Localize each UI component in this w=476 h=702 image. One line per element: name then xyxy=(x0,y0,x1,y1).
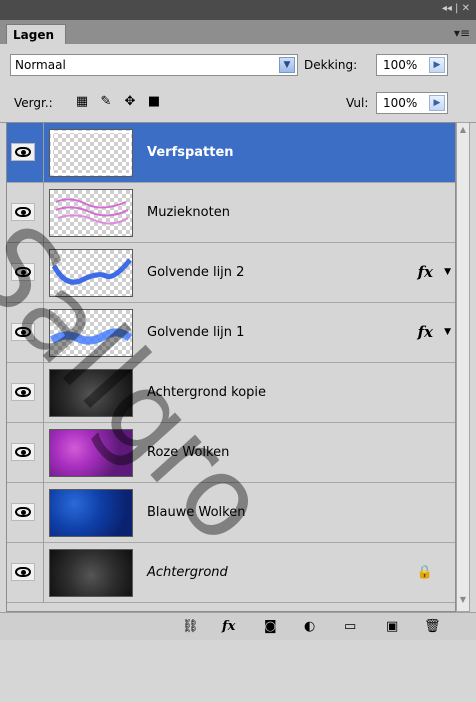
layer-name[interactable]: Roze Wolken xyxy=(147,445,229,460)
add-layer-style-icon[interactable]: fx xyxy=(222,619,235,634)
opacity-arrow-icon[interactable]: ▶ xyxy=(429,57,445,73)
eye-icon[interactable] xyxy=(11,503,35,521)
tab-layers[interactable]: Lagen xyxy=(6,24,66,44)
layer-row[interactable]: Muzieknoten xyxy=(7,183,455,243)
layer-thumbnail[interactable] xyxy=(49,429,133,477)
panel-titlebar: ◂◂ | ✕ xyxy=(0,0,476,20)
scroll-down-icon[interactable]: ▼ xyxy=(457,595,469,609)
eye-icon[interactable] xyxy=(11,263,35,281)
lock-icon: 🔒 xyxy=(416,565,433,580)
layer-name[interactable]: Golvende lijn 1 xyxy=(147,325,244,340)
opacity-label: Dekking: xyxy=(304,58,358,72)
layer-row[interactable]: Achtergrond 🔒 xyxy=(7,543,455,603)
add-mask-icon[interactable]: ◙ xyxy=(264,619,277,634)
chevron-down-icon[interactable]: ▼ xyxy=(279,57,295,73)
lock-all-icon[interactable]: ■ xyxy=(146,94,162,110)
layer-thumbnail[interactable] xyxy=(49,549,133,597)
layer-row[interactable]: Roze Wolken xyxy=(7,423,455,483)
layer-thumbnail[interactable] xyxy=(49,189,133,237)
layer-effects-icon[interactable]: fx xyxy=(418,263,433,281)
expand-effects-icon[interactable]: ▼ xyxy=(444,267,451,277)
row-divider xyxy=(43,123,44,183)
eye-icon[interactable] xyxy=(11,143,35,161)
layer-row[interactable]: Achtergrond kopie xyxy=(7,363,455,423)
layer-effects-icon[interactable]: fx xyxy=(418,323,433,341)
layer-row[interactable]: Verfspatten xyxy=(7,123,455,183)
layer-name[interactable]: Muzieknoten xyxy=(147,205,230,220)
eye-icon[interactable] xyxy=(11,563,35,581)
blend-mode-value: Normaal xyxy=(15,58,66,72)
music-notes-thumbnail-art xyxy=(55,198,129,225)
fill-arrow-icon[interactable]: ▶ xyxy=(429,95,445,111)
scroll-up-icon[interactable]: ▲ xyxy=(457,125,469,139)
row-divider xyxy=(43,243,44,303)
layer-thumbnail[interactable] xyxy=(49,489,133,537)
layers-scrollbar[interactable]: ▲ ▼ xyxy=(456,122,470,612)
layer-row[interactable]: Golvende lijn 1 fx ▼ xyxy=(7,303,455,363)
row-divider xyxy=(43,183,44,243)
layer-name[interactable]: Achtergrond xyxy=(147,565,228,580)
layer-row[interactable]: Blauwe Wolken xyxy=(7,483,455,543)
layer-name[interactable]: Achtergrond kopie xyxy=(147,385,266,400)
new-layer-icon[interactable]: ▣ xyxy=(386,619,398,634)
layer-name[interactable]: Verfspatten xyxy=(147,145,234,160)
lock-transparency-icon[interactable]: ▦ xyxy=(74,94,90,110)
eye-icon[interactable] xyxy=(11,383,35,401)
wave-thumbnail-art xyxy=(51,258,132,285)
layers-bottom-toolbar: ⛓ fx ◙ ◐ ▭ ▣ 🗑 xyxy=(0,612,476,640)
row-divider xyxy=(43,483,44,543)
new-group-icon[interactable]: ▭ xyxy=(344,619,356,634)
eye-icon[interactable] xyxy=(11,443,35,461)
lock-image-pixels-icon[interactable]: ✎ xyxy=(98,94,114,110)
layer-name[interactable]: Golvende lijn 2 xyxy=(147,265,244,280)
adjustment-layer-icon[interactable]: ◐ xyxy=(304,619,315,634)
fill-value: 100% xyxy=(383,96,418,110)
row-divider xyxy=(43,303,44,363)
row-divider xyxy=(43,423,44,483)
layer-thumbnail[interactable] xyxy=(49,309,133,357)
layer-thumbnail[interactable] xyxy=(49,129,133,177)
row-divider xyxy=(43,363,44,423)
eye-icon[interactable] xyxy=(11,323,35,341)
opacity-field[interactable]: 100% ▶ xyxy=(376,54,448,76)
panel-window-controls[interactable]: ◂◂ | ✕ xyxy=(442,3,470,14)
expand-effects-icon[interactable]: ▼ xyxy=(444,327,451,337)
lock-label: Vergr.: xyxy=(14,96,53,110)
blend-mode-select[interactable]: Normaal ▼ xyxy=(10,54,298,76)
fill-label: Vul: xyxy=(346,96,369,110)
tab-row: Lagen ▾≡ xyxy=(0,20,476,44)
fill-field[interactable]: 100% ▶ xyxy=(376,92,448,114)
trash-icon[interactable]: 🗑 xyxy=(424,619,441,634)
layer-thumbnail[interactable] xyxy=(49,249,133,297)
panel-menu-icon[interactable]: ▾≡ xyxy=(454,26,470,40)
blend-row: Normaal ▼ Dekking: 100% ▶ xyxy=(0,44,476,86)
link-layers-icon[interactable]: ⛓ xyxy=(182,619,199,634)
layer-name[interactable]: Blauwe Wolken xyxy=(147,505,245,520)
layers-list: Verfspatten Muzieknoten Golvende lijn 2 … xyxy=(6,122,456,612)
eye-icon[interactable] xyxy=(11,203,35,221)
layer-thumbnail[interactable] xyxy=(49,369,133,417)
lock-row: Vergr.: ▦ ✎ ✥ ■ Vul: 100% ▶ xyxy=(0,86,476,123)
lock-position-icon[interactable]: ✥ xyxy=(122,94,138,110)
wave-thumbnail-art xyxy=(50,328,133,345)
opacity-value: 100% xyxy=(383,58,418,72)
row-divider xyxy=(43,543,44,603)
layer-row[interactable]: Golvende lijn 2 fx ▼ xyxy=(7,243,455,303)
